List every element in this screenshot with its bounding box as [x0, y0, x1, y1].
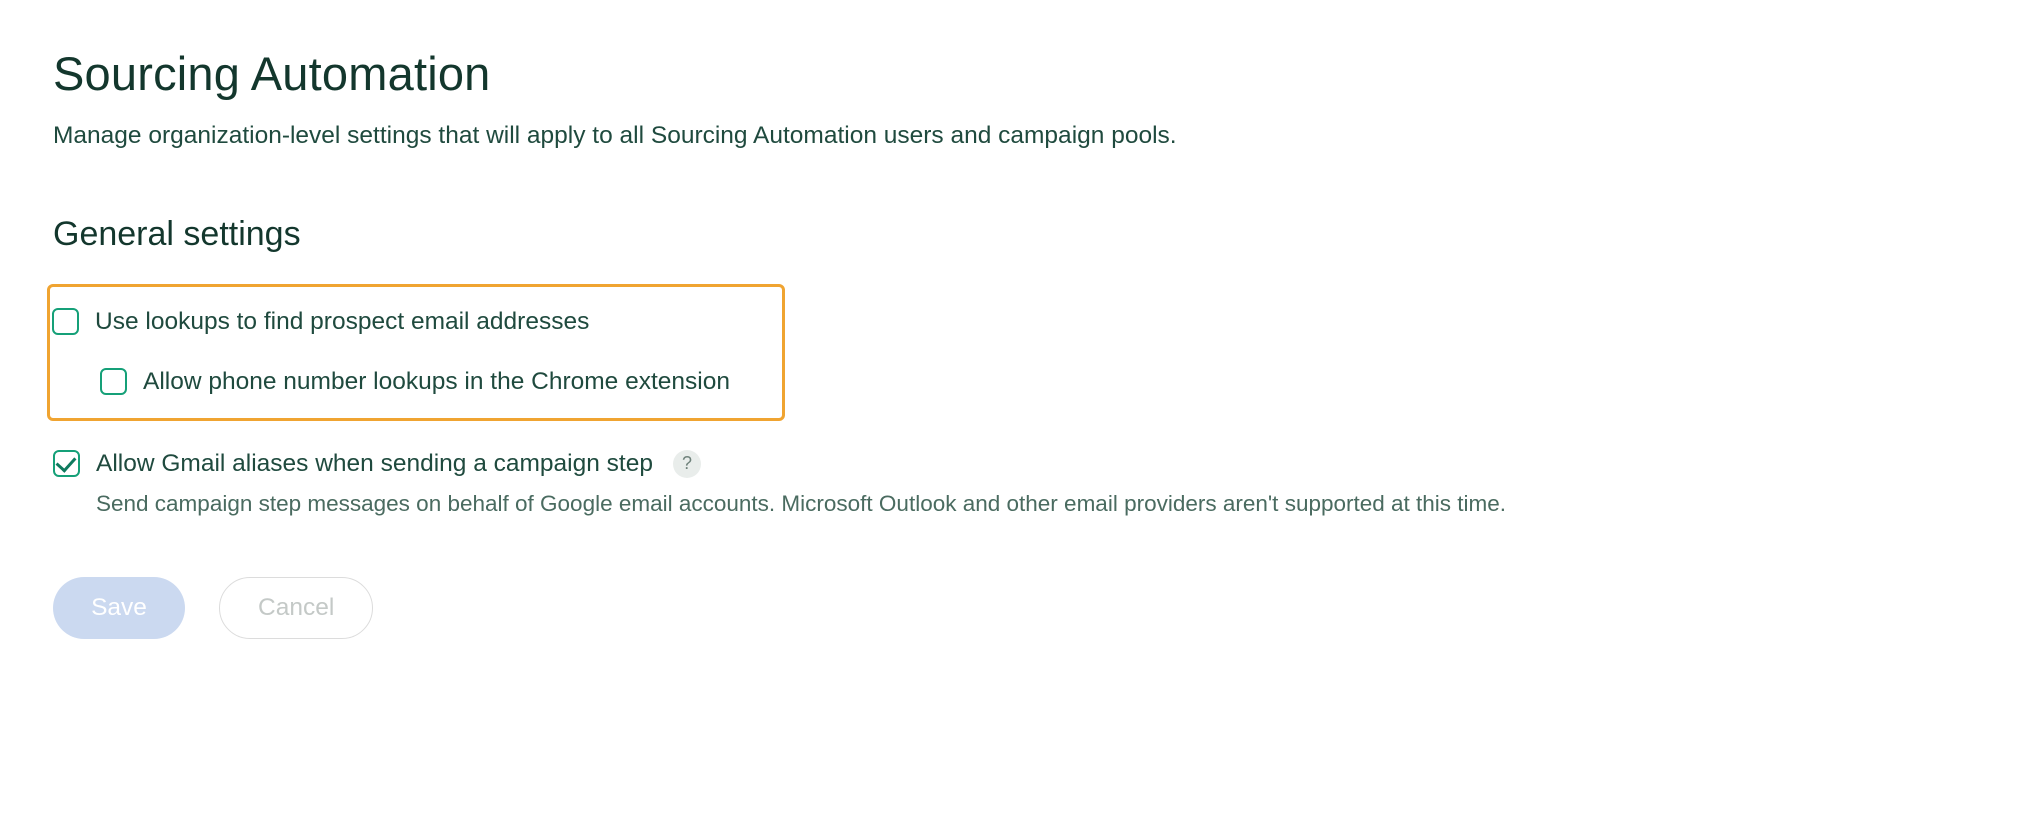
- lookup-phone-checkbox[interactable]: [100, 368, 127, 395]
- lookup-highlight-box: Use lookups to find prospect email addre…: [47, 284, 785, 421]
- help-icon[interactable]: ?: [673, 450, 701, 478]
- save-button[interactable]: Save: [53, 577, 185, 639]
- lookup-phone-label: Allow phone number lookups in the Chrome…: [143, 367, 730, 396]
- lookup-email-checkbox[interactable]: [52, 308, 79, 335]
- gmail-alias-label: Allow Gmail aliases when sending a campa…: [96, 449, 653, 478]
- lookup-phone-row[interactable]: Allow phone number lookups in the Chrome…: [52, 367, 758, 396]
- action-buttons: Save Cancel: [53, 577, 2020, 639]
- cancel-button[interactable]: Cancel: [219, 577, 373, 639]
- lookup-email-row[interactable]: Use lookups to find prospect email addre…: [52, 307, 758, 336]
- lookup-email-label: Use lookups to find prospect email addre…: [95, 307, 589, 336]
- page-subtitle: Manage organization-level settings that …: [53, 119, 2020, 153]
- page-title: Sourcing Automation: [53, 46, 2020, 101]
- general-settings-heading: General settings: [53, 215, 2020, 254]
- gmail-alias-checkbox[interactable]: [53, 450, 80, 477]
- gmail-alias-description: Send campaign step messages on behalf of…: [96, 488, 1916, 521]
- gmail-alias-row[interactable]: Allow Gmail aliases when sending a campa…: [53, 449, 2020, 478]
